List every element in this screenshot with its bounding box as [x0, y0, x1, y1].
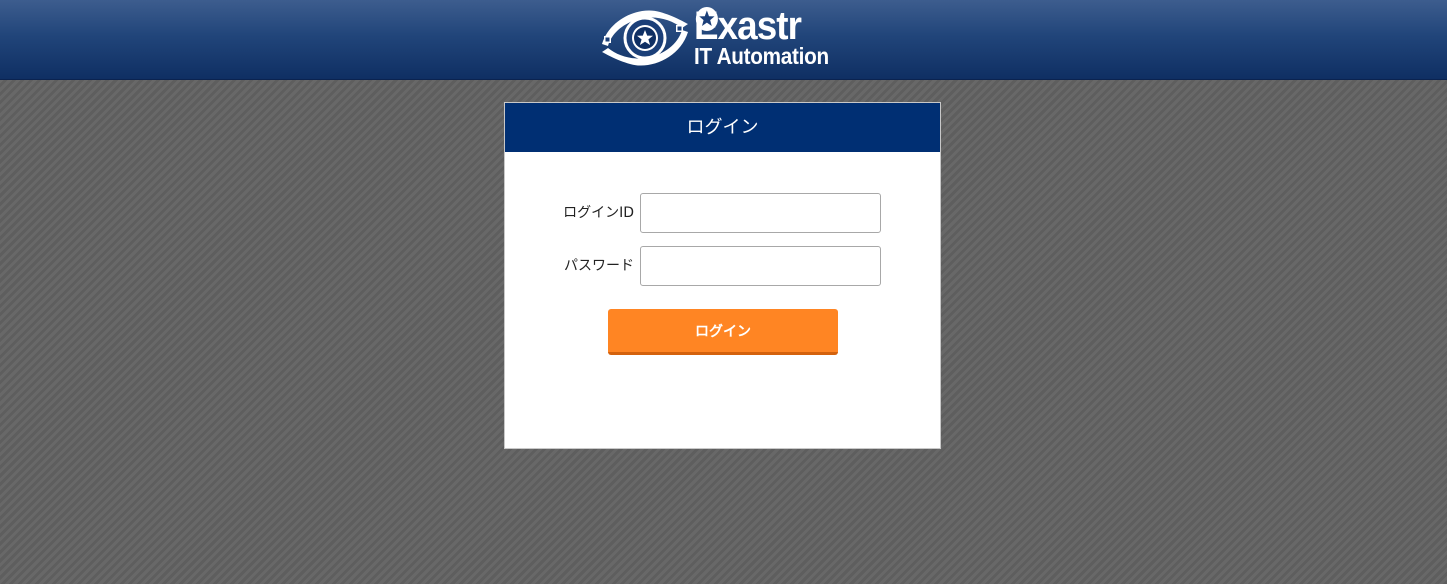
- login-id-row: ログインID: [505, 193, 940, 235]
- brand-name: Exastr: [694, 6, 832, 46]
- login-panel-title: ログイン: [505, 103, 940, 152]
- login-button[interactable]: ログイン: [608, 309, 838, 355]
- brand-subtitle: IT Automation: [694, 43, 829, 69]
- star-circle-icon: [695, 7, 718, 31]
- exastro-logo: Exastr IT Automation: [598, 6, 850, 70]
- login-id-label: ログインID: [563, 205, 634, 221]
- password-input[interactable]: [640, 246, 881, 286]
- exastro-eye-star-icon: [602, 10, 688, 66]
- app-header: Exastr IT Automation: [0, 0, 1447, 80]
- password-label: パスワード: [564, 258, 634, 274]
- login-id-input[interactable]: [640, 193, 881, 233]
- login-panel: ログイン ログインID パスワード ログイン: [504, 102, 941, 449]
- password-row: パスワード: [505, 246, 940, 288]
